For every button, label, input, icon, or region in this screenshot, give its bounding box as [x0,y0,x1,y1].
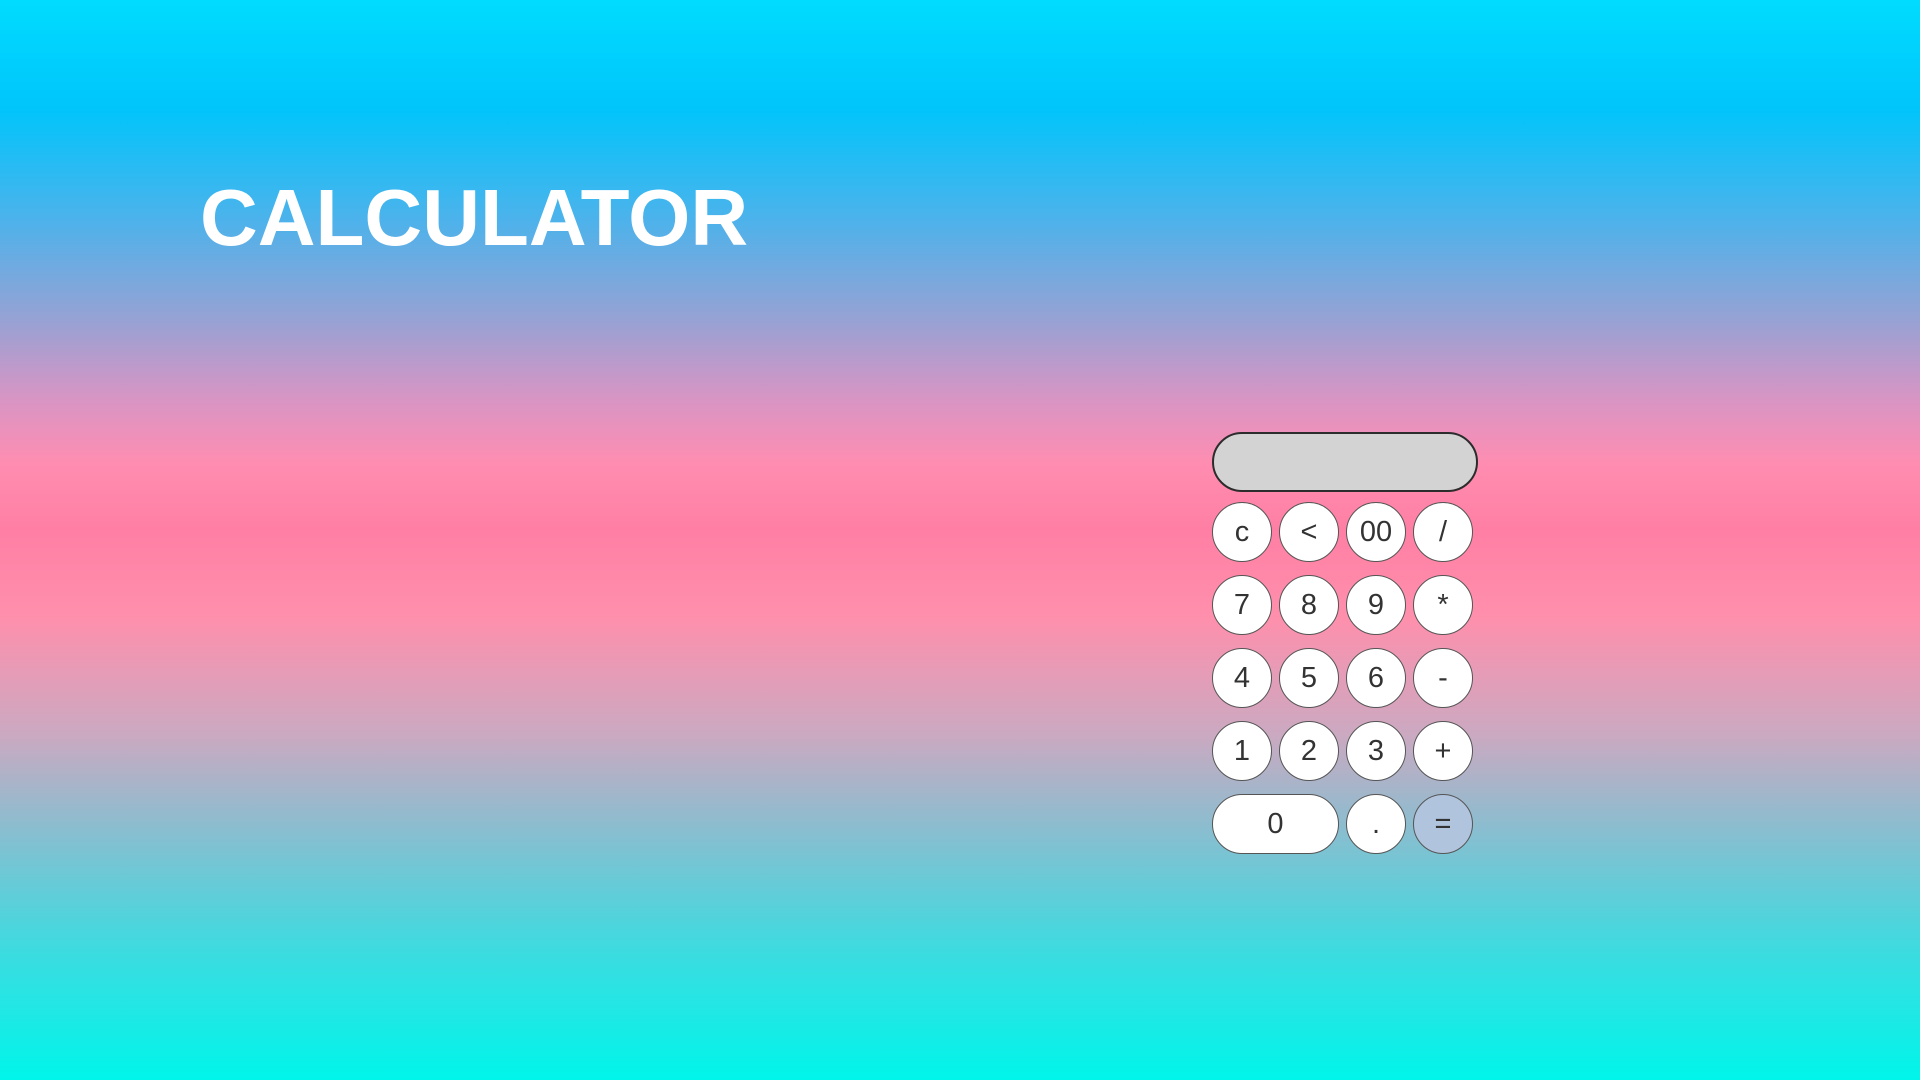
keypad: c < 00 / 7 8 9 * 4 5 6 - 1 2 3 + 0 . = [1212,502,1478,854]
digit-7-button[interactable]: 7 [1212,575,1272,635]
clear-button[interactable]: c [1212,502,1272,562]
digit-4-button[interactable]: 4 [1212,648,1272,708]
calculator-display[interactable] [1212,432,1478,492]
digit-0-button[interactable]: 0 [1212,794,1339,854]
divide-button[interactable]: / [1413,502,1473,562]
equals-button[interactable]: = [1413,794,1473,854]
digit-1-button[interactable]: 1 [1212,721,1272,781]
digit-9-button[interactable]: 9 [1346,575,1406,635]
subtract-button[interactable]: - [1413,648,1473,708]
multiply-button[interactable]: * [1413,575,1473,635]
digit-8-button[interactable]: 8 [1279,575,1339,635]
digit-5-button[interactable]: 5 [1279,648,1339,708]
add-button[interactable]: + [1413,721,1473,781]
digit-6-button[interactable]: 6 [1346,648,1406,708]
digit-2-button[interactable]: 2 [1279,721,1339,781]
calculator: c < 00 / 7 8 9 * 4 5 6 - 1 2 3 + 0 . = [1212,432,1478,854]
digit-3-button[interactable]: 3 [1346,721,1406,781]
decimal-button[interactable]: . [1346,794,1406,854]
page-title: CALCULATOR [200,173,749,262]
double-zero-button[interactable]: 00 [1346,502,1406,562]
backspace-button[interactable]: < [1279,502,1339,562]
